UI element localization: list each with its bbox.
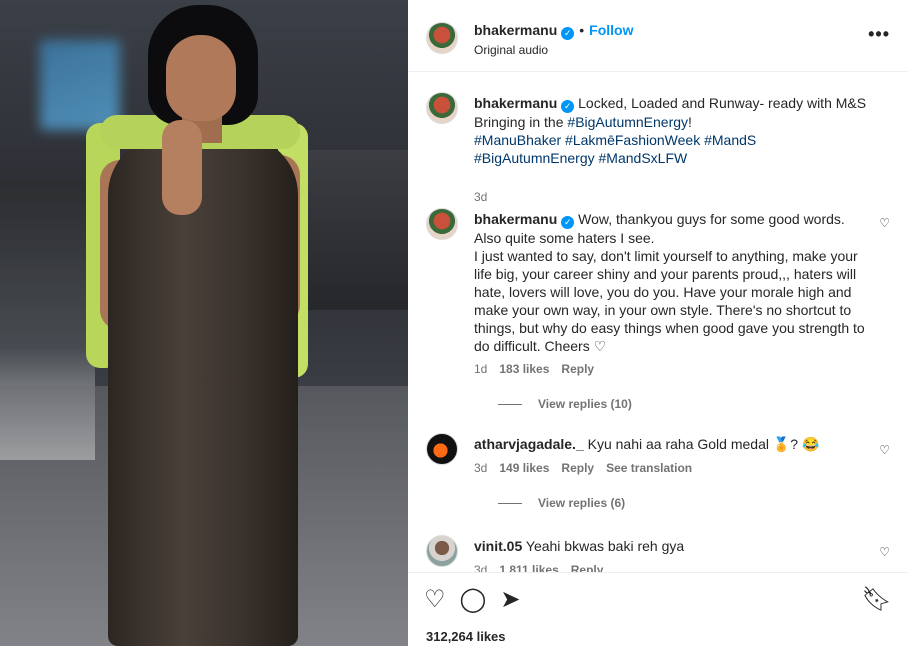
likes-count[interactable]: 312,264 likes: [426, 629, 506, 644]
reply-button[interactable]: Reply: [561, 461, 594, 475]
comment-age: 3d: [474, 461, 488, 475]
see-translation-button[interactable]: See translation: [606, 461, 692, 475]
avatar[interactable]: [426, 208, 458, 240]
comment-icon[interactable]: ◯: [460, 586, 487, 613]
action-bar: ♡ ◯ ➤: [424, 585, 534, 614]
more-options-icon[interactable]: •••: [868, 24, 890, 45]
caption-text: bhakermanu ✓ Locked, Loaded and Runway- r…: [474, 94, 874, 167]
verified-icon: ✓: [561, 100, 575, 113]
share-icon[interactable]: ➤: [500, 586, 520, 613]
face: [166, 35, 236, 121]
separator-dot: •: [579, 22, 585, 38]
view-replies[interactable]: View replies (6): [498, 496, 625, 510]
reply-button[interactable]: Reply: [571, 563, 604, 572]
comment-username[interactable]: bhakermanu: [474, 211, 557, 227]
post-panel: bhakermanu ✓ • Follow Original audio ••• bh…: [408, 0, 908, 646]
header-username[interactable]: bhakermanu: [474, 22, 557, 38]
avatar[interactable]: [426, 535, 458, 567]
reply-button[interactable]: Reply: [561, 362, 594, 376]
comment-likes[interactable]: 183 likes: [499, 362, 549, 376]
view-replies-label[interactable]: View replies (10): [538, 397, 632, 411]
like-comment-heart-icon[interactable]: ♡: [879, 545, 890, 559]
post-media[interactable]: [0, 0, 408, 646]
header-line: bhakermanu ✓ • Follow: [474, 22, 633, 40]
avatar[interactable]: [426, 92, 458, 124]
comment-meta: 3d 1,811 likes Reply: [474, 563, 603, 572]
model-figure: [70, 5, 330, 646]
post-footer: ♡ ◯ ➤ 🔖︎ 312,264 likes: [408, 572, 908, 646]
caption-text-post: !: [688, 114, 692, 130]
hashtag[interactable]: #BigAutumnEnergy: [567, 114, 688, 130]
comment-age: 1d: [474, 362, 488, 376]
hashtags[interactable]: #ManuBhaker #LakmēFashionWeek #MandS #Bi…: [474, 132, 756, 166]
follow-button[interactable]: Follow: [589, 22, 633, 38]
caption-username[interactable]: bhakermanu: [474, 95, 557, 111]
avatar[interactable]: [426, 433, 458, 465]
like-comment-heart-icon[interactable]: ♡: [879, 443, 890, 457]
comment-meta: 3d 149 likes Reply See translation: [474, 461, 692, 475]
audio-label[interactable]: Original audio: [474, 43, 548, 57]
verified-icon: ✓: [561, 27, 575, 40]
like-comment-heart-icon[interactable]: ♡: [879, 216, 890, 230]
comment-text: Yeahi bkwas baki reh gya: [525, 538, 685, 554]
comment-text: Kyu nahi aa raha Gold medal 🏅? 😂: [587, 436, 820, 452]
view-replies[interactable]: View replies (10): [498, 397, 632, 411]
comment-meta: 1d 183 likes Reply: [474, 362, 594, 376]
comment-body: atharvjagadale._ Kyu nahi aa raha Gold m…: [474, 435, 874, 453]
comment-likes[interactable]: 1,811 likes: [499, 563, 558, 572]
verified-icon: ✓: [561, 216, 575, 229]
comment-username[interactable]: atharvjagadale._: [474, 436, 584, 452]
folded-hands: [162, 120, 202, 215]
comment-text: Wow, thankyou guys for some good words. …: [474, 211, 865, 354]
avatar[interactable]: [426, 22, 458, 54]
post-header: bhakermanu ✓ • Follow Original audio •••: [408, 0, 908, 72]
caption-age: 3d: [474, 190, 488, 204]
comment-username[interactable]: vinit.05: [474, 538, 522, 554]
view-replies-label[interactable]: View replies (6): [538, 496, 625, 510]
replies-rule: [498, 404, 522, 406]
comment-body: vinit.05 Yeahi bkwas baki reh gya: [474, 537, 874, 555]
comment-body: bhakermanu ✓ Wow, thankyou guys for some …: [474, 210, 874, 355]
comment-age: 3d: [474, 563, 488, 572]
comment-likes[interactable]: 149 likes: [499, 461, 549, 475]
replies-rule: [498, 503, 522, 505]
bookmark-icon[interactable]: 🔖︎: [862, 585, 892, 614]
leather-dress: [108, 135, 298, 646]
heart-icon[interactable]: ♡: [424, 586, 446, 613]
comments-list[interactable]: bhakermanu ✓ Locked, Loaded and Runway- r…: [408, 72, 908, 572]
